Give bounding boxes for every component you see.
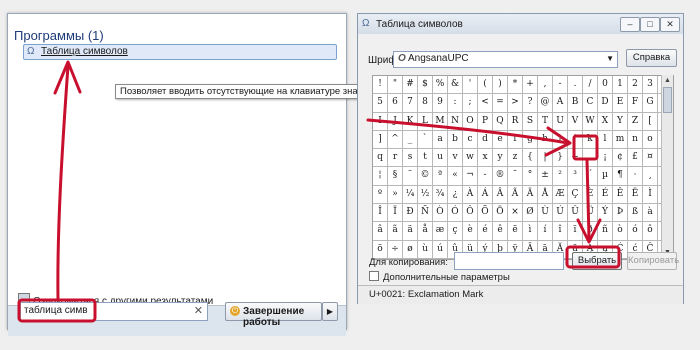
character-highlight-box xyxy=(572,134,599,161)
select-highlight-box xyxy=(565,245,621,269)
arrow-to-select xyxy=(585,158,591,240)
arrow-to-program xyxy=(56,64,70,302)
search-highlight-box xyxy=(17,298,97,323)
annotation-overlay xyxy=(17,60,621,323)
arrow-to-character xyxy=(366,118,570,145)
